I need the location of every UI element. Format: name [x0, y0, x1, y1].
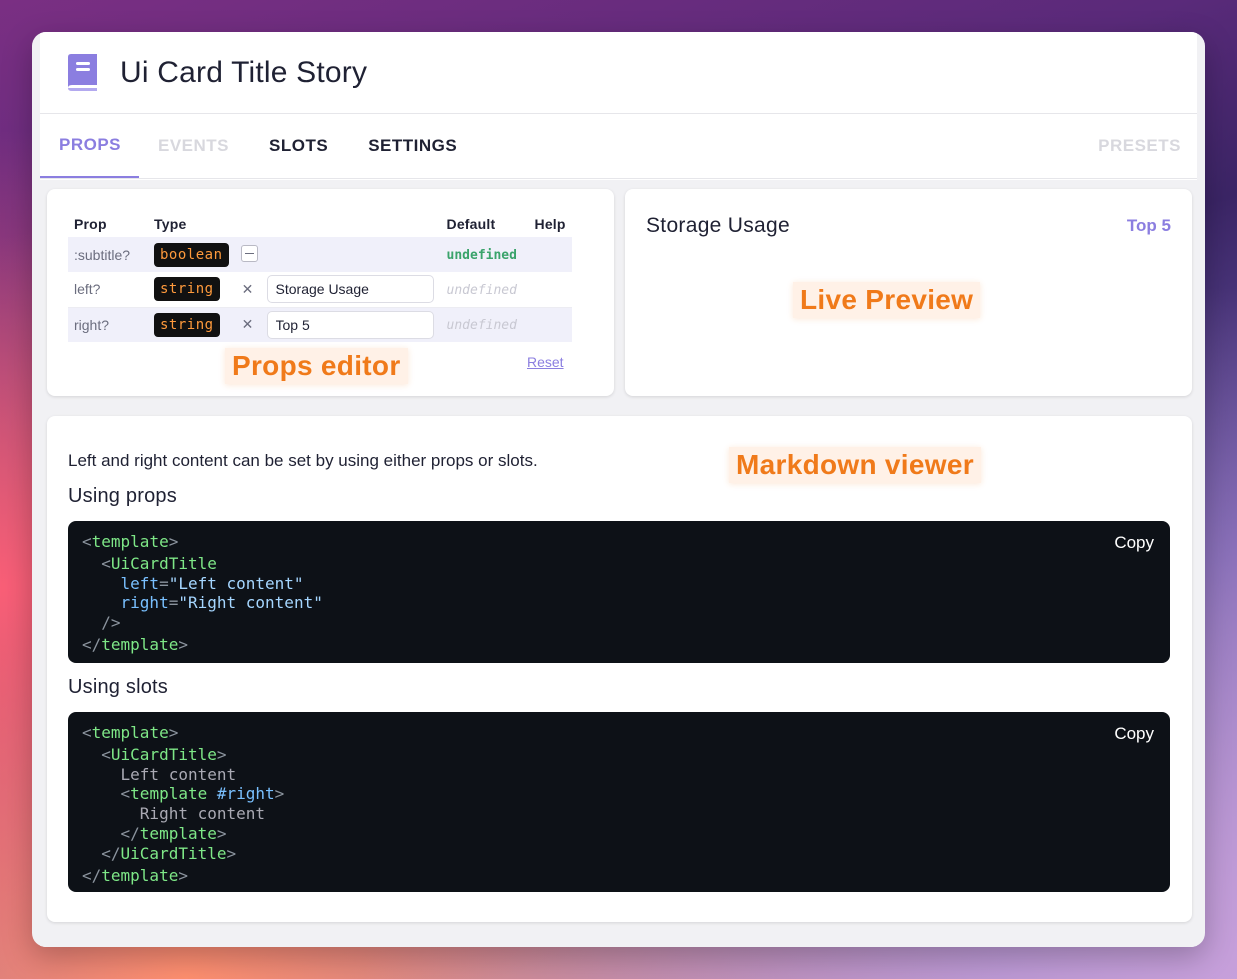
- type-badge: string: [154, 312, 220, 337]
- column-header-prop: Prop: [74, 216, 107, 232]
- code-block-slots: Copy <template> <UiCardTitle> Left conte…: [68, 712, 1170, 892]
- column-header-default: Default: [446, 216, 496, 232]
- story-window: Ui Card Title Story PROPS EVENTS SLOTS S…: [32, 32, 1205, 947]
- page-title: Ui Card Title Story: [120, 55, 368, 89]
- tab-props[interactable]: PROPS: [40, 114, 139, 178]
- column-header-type: Type: [154, 216, 187, 232]
- column-header-help: Help: [534, 216, 566, 232]
- clear-icon[interactable]: ✕: [234, 307, 261, 342]
- props-editor-panel: Prop Type Default Help :subtitle? boolea…: [47, 189, 614, 396]
- markdown-viewer-panel: Markdown viewer Left and right content c…: [47, 416, 1192, 922]
- default-value: undefined: [446, 248, 517, 263]
- right-input[interactable]: [266, 310, 434, 339]
- markdown-viewer-callout: Markdown viewer: [729, 447, 981, 483]
- type-badge: string: [154, 277, 220, 302]
- tab-slots[interactable]: SLOTS: [250, 114, 349, 178]
- prop-name: :subtitle?: [68, 237, 148, 272]
- default-value: undefined: [446, 282, 517, 298]
- type-badge: boolean: [154, 242, 229, 267]
- prop-name: right?: [68, 307, 148, 342]
- prop-row: left? string ✕ undefined: [68, 272, 572, 308]
- tab-settings[interactable]: SETTINGS: [349, 114, 478, 178]
- story-content: Prop Type Default Help :subtitle? boolea…: [40, 180, 1197, 947]
- card-title-right: Top 5: [1126, 216, 1171, 235]
- default-value: undefined: [446, 318, 517, 334]
- card-title-left: Storage Usage: [646, 214, 790, 237]
- reset-link[interactable]: Reset: [527, 354, 564, 370]
- left-input[interactable]: [266, 275, 434, 304]
- live-preview-callout: Live Preview: [793, 282, 981, 318]
- prop-name: left?: [68, 272, 148, 308]
- tab-presets[interactable]: PRESETS: [1079, 114, 1197, 178]
- copy-button[interactable]: Copy: [1114, 724, 1154, 744]
- story-panel: Ui Card Title Story PROPS EVENTS SLOTS S…: [40, 32, 1197, 947]
- heading-using-slots: Using slots: [68, 676, 169, 698]
- tab-events[interactable]: EVENTS: [139, 114, 250, 178]
- tab-bar: PROPS EVENTS SLOTS SETTINGS PRESETS: [40, 114, 1197, 179]
- copy-button[interactable]: Copy: [1114, 533, 1154, 553]
- clear-icon[interactable]: ✕: [234, 272, 261, 308]
- prop-row: :subtitle? boolean undefined: [68, 237, 572, 272]
- book-icon: [68, 53, 97, 91]
- props-editor-callout: Props editor: [225, 348, 408, 384]
- markdown-intro: Left and right content can be set by usi…: [68, 451, 538, 470]
- prop-row: right? string ✕ undefined: [68, 307, 572, 342]
- code-block-props: Copy <template> <UiCardTitle left="Left …: [68, 521, 1170, 663]
- story-header: Ui Card Title Story: [40, 32, 1197, 114]
- heading-using-props: Using props: [68, 485, 177, 507]
- subtitle-checkbox[interactable]: [240, 244, 258, 262]
- live-preview-panel: Storage Usage Top 5 Live Preview: [625, 189, 1192, 396]
- props-table: Prop Type Default Help :subtitle? boolea…: [68, 211, 572, 342]
